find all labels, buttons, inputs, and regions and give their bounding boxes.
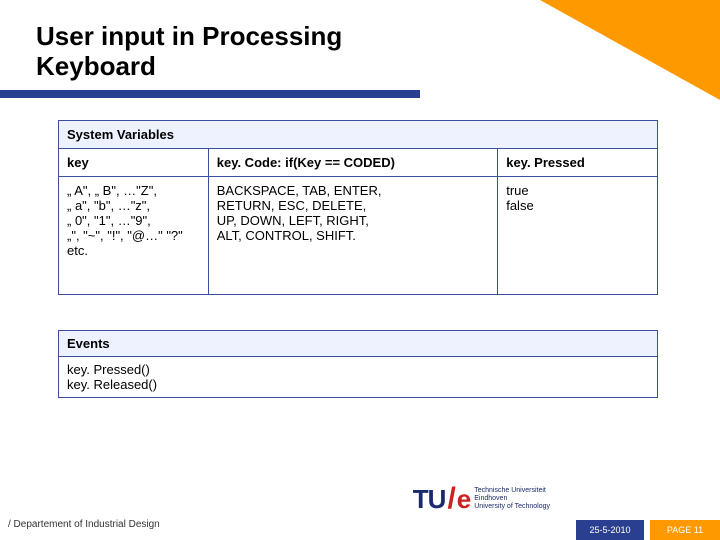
- logo-e: e: [457, 484, 470, 514]
- department-label: / Departement of Industrial Design: [8, 519, 160, 530]
- sysvars-keycode-values: BACKSPACE, TAB, ENTER, RETURN, ESC, DELE…: [208, 177, 497, 295]
- logo-mark: TU/e: [413, 482, 470, 516]
- title-line1: User input in Processing: [36, 21, 342, 51]
- logo-tu: TU: [413, 484, 446, 514]
- events-table: Events key. Pressed() key. Released(): [58, 330, 658, 398]
- title-underline: [0, 90, 420, 98]
- footer-date: 25-5-2010: [576, 520, 644, 540]
- tue-logo: TU/e Technische Universiteit Eindhoven U…: [413, 482, 550, 516]
- sysvars-col-key: key: [59, 149, 209, 177]
- events-body: key. Pressed() key. Released(): [59, 357, 658, 398]
- system-variables-table: System Variables key key. Code: if(Key =…: [58, 120, 658, 295]
- logo-slash-icon: /: [447, 482, 454, 515]
- sysvars-header: System Variables: [59, 121, 658, 149]
- title-line2: Keyboard: [36, 51, 156, 81]
- footer-page: PAGE 11: [650, 520, 720, 540]
- corner-accent: [540, 0, 720, 100]
- events-header: Events: [59, 331, 658, 357]
- sysvars-key-values: „ A", „ B", …"Z", „ a", "b", …"z", „ 0",…: [59, 177, 209, 295]
- sysvars-keypressed-values: true false: [498, 177, 658, 295]
- sysvars-col-keycode: key. Code: if(Key == CODED): [208, 149, 497, 177]
- sysvars-col-keypressed: key. Pressed: [498, 149, 658, 177]
- slide-footer: / Departement of Industrial Design TU/e …: [0, 506, 720, 540]
- logo-subtitle: Technische Universiteit Eindhoven Univer…: [474, 487, 550, 510]
